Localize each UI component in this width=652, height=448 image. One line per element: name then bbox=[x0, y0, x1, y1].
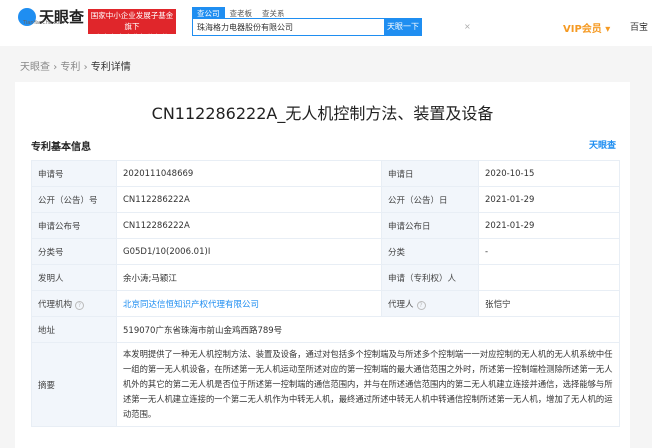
patent-card: CN112286222A_无人机控制方法、装置及设备 专利基本信息 天眼查 申请… bbox=[15, 82, 630, 448]
field-label: 申请公布日 bbox=[382, 213, 479, 239]
section-title: 专利基本信息 bbox=[31, 138, 91, 153]
badge-line: 国家中小企业发展子基金旗下 bbox=[88, 10, 176, 32]
value-text: CN112286222A bbox=[123, 195, 190, 205]
field-value: 张恺宁 bbox=[479, 291, 620, 317]
field-value bbox=[479, 265, 620, 291]
badge-line: 官方备案企业征信机构 bbox=[88, 32, 176, 43]
field-label: 代理人? bbox=[382, 291, 479, 317]
label-text: 申请号 bbox=[38, 170, 64, 180]
field-label: 代理机构? bbox=[32, 291, 117, 317]
breadcrumb-current: 专利详情 bbox=[91, 62, 131, 73]
field-label: 地址 bbox=[32, 317, 117, 343]
breadcrumb-patent[interactable]: 专利 bbox=[60, 62, 80, 73]
field-label: 分类 bbox=[382, 239, 479, 265]
breadcrumb-home[interactable]: 天眼查 bbox=[20, 62, 50, 73]
field-value: CN112286222A bbox=[117, 213, 382, 239]
field-value: 2020111048669 bbox=[117, 161, 382, 187]
table-row: 申请号 2020111048669 申请日 2020-10-15 bbox=[32, 161, 620, 187]
logo-subtitle: TianYanCha.com bbox=[23, 20, 64, 26]
label-text: 分类 bbox=[388, 248, 405, 258]
address-value: 519070广东省珠海市前山金鸡西路789号 bbox=[117, 317, 620, 343]
value-text: 余小涛;马颖江 bbox=[123, 274, 177, 284]
page-title: CN112286222A_无人机控制方法、装置及设备 bbox=[15, 100, 630, 124]
label-text: 代理机构 bbox=[38, 300, 72, 310]
field-value: - bbox=[479, 239, 620, 265]
search-button[interactable]: 天眼一下 bbox=[384, 18, 422, 36]
field-label: 公开（公告）日 bbox=[382, 187, 479, 213]
label-text: 申请公布号 bbox=[38, 222, 81, 232]
field-value: 2021-01-29 bbox=[479, 187, 620, 213]
table-row: 摘要本发明提供了一种无人机控制方法、装置及设备，通过对包括多个控制端及与所述多个… bbox=[32, 343, 620, 427]
field-label: 申请公布号 bbox=[32, 213, 117, 239]
field-label: 摘要 bbox=[32, 343, 117, 427]
label-text: 申请日 bbox=[388, 170, 414, 180]
patent-info-table: 申请号 2020111048669 申请日 2020-10-15公开（公告）号 … bbox=[31, 160, 620, 427]
clear-icon[interactable]: × bbox=[464, 22, 471, 31]
field-value: G05D1/10(2006.01)I bbox=[117, 239, 382, 265]
label-text: 代理人 bbox=[388, 300, 414, 310]
field-label: 发明人 bbox=[32, 265, 117, 291]
vip-menu[interactable]: VIP会员 ▾ bbox=[563, 20, 610, 35]
field-value: 北京同达信恒知识产权代理有限公司 bbox=[117, 291, 382, 317]
field-value: 2021-01-29 bbox=[479, 213, 620, 239]
value-text: G05D1/10(2006.01)I bbox=[123, 247, 210, 257]
table-row: 申请公布号 CN112286222A 申请公布日 2021-01-29 bbox=[32, 213, 620, 239]
table-row: 地址519070广东省珠海市前山金鸡西路789号 bbox=[32, 317, 620, 343]
help-icon[interactable]: ? bbox=[75, 301, 84, 310]
field-label: 公开（公告）号 bbox=[32, 187, 117, 213]
breadcrumb: 天眼查 › 专利 › 专利详情 bbox=[20, 58, 131, 73]
field-value: 2020-10-15 bbox=[479, 161, 620, 187]
top-bar: 天眼查 TianYanCha.com 国家中小企业发展子基金旗下官方备案企业征信… bbox=[0, 0, 652, 46]
field-value: 余小涛;马颖江 bbox=[117, 265, 382, 291]
field-value: CN112286222A bbox=[117, 187, 382, 213]
value-text: CN112286222A bbox=[123, 221, 190, 231]
label-text: 公开（公告）号 bbox=[38, 196, 98, 206]
abstract-value: 本发明提供了一种无人机控制方法、装置及设备，通过对包括多个控制端及与所述多个控制… bbox=[117, 343, 620, 427]
field-label: 申请日 bbox=[382, 161, 479, 187]
table-row: 分类号 G05D1/10(2006.01)I 分类 - bbox=[32, 239, 620, 265]
field-label: 申请号 bbox=[32, 161, 117, 187]
breadcrumb-sep: › bbox=[84, 62, 88, 73]
value-text[interactable]: 北京同达信恒知识产权代理有限公司 bbox=[123, 300, 259, 310]
label-text: 分类号 bbox=[38, 248, 64, 258]
label-text: 申请公布日 bbox=[388, 222, 431, 232]
value-text: 2020111048669 bbox=[123, 169, 193, 179]
baidu-link[interactable]: 百宝 bbox=[630, 20, 648, 33]
table-row: 公开（公告）号 CN112286222A 公开（公告）日 2021-01-29 bbox=[32, 187, 620, 213]
promo-badge[interactable]: 国家中小企业发展子基金旗下官方备案企业征信机构 bbox=[88, 9, 176, 34]
search-box: × 天眼一下 bbox=[192, 18, 422, 36]
breadcrumb-sep: › bbox=[53, 62, 57, 73]
help-icon[interactable]: ? bbox=[417, 301, 426, 310]
field-label: 分类号 bbox=[32, 239, 117, 265]
table-row: 代理机构? 北京同达信恒知识产权代理有限公司 代理人? 张恺宁 bbox=[32, 291, 620, 317]
field-label: 申请（专利权）人 bbox=[382, 265, 479, 291]
label-text: 发明人 bbox=[38, 274, 64, 284]
search-input[interactable] bbox=[193, 19, 373, 35]
table-row: 发明人 余小涛;马颖江 申请（专利权）人 bbox=[32, 265, 620, 291]
watermark-logo: 天眼查 bbox=[589, 138, 616, 151]
label-text: 公开（公告）日 bbox=[388, 196, 448, 206]
label-text: 申请（专利权）人 bbox=[388, 274, 456, 284]
